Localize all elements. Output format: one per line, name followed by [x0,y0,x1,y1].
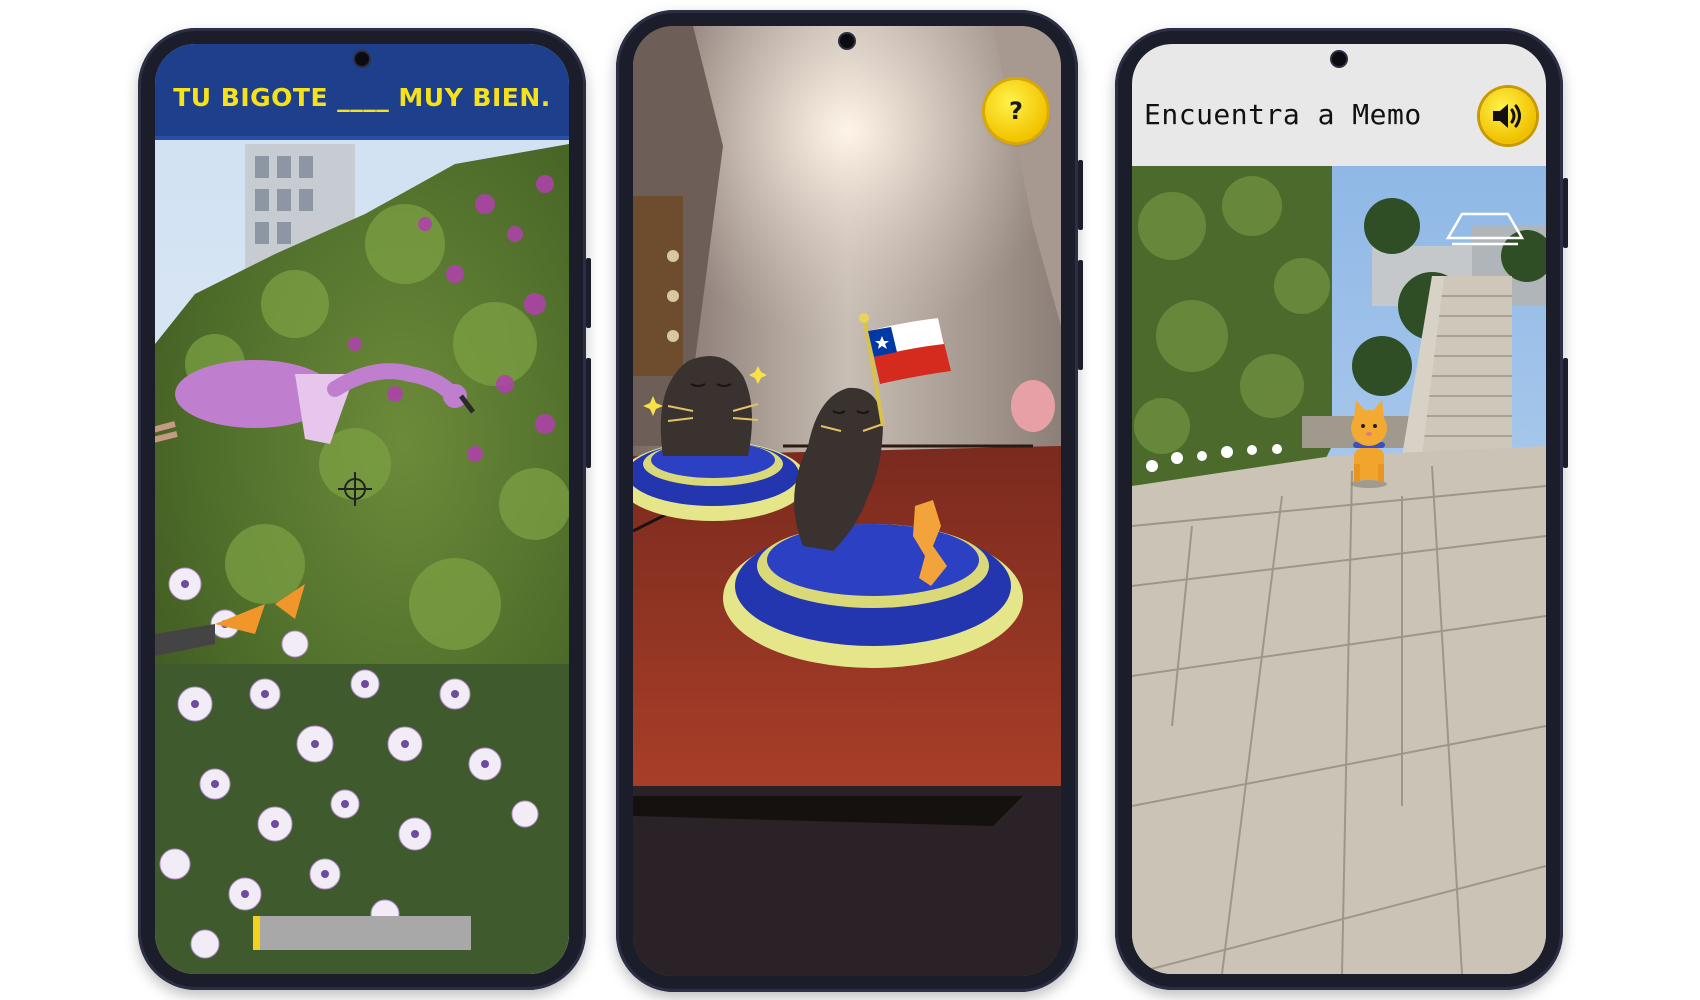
help-button[interactable]: ? [985,80,1047,142]
help-button-label: ? [1009,97,1023,125]
sound-button[interactable] [1480,88,1536,144]
side-button [1078,160,1083,230]
side-button [586,358,591,468]
front-camera [355,52,369,66]
progress-bar [253,916,471,950]
side-button [1563,178,1568,248]
ar-camera-view-garden [155,44,569,974]
progress-fill [253,916,260,950]
front-camera [1332,52,1346,66]
phone-frame-left: TU BIGOTE ____ MUY BIEN. [138,28,591,990]
front-camera [840,34,854,48]
instruction-title: Encuentra a Memo [1144,98,1422,131]
side-button [1078,260,1083,370]
side-button [1563,358,1568,468]
speaker-icon [1493,104,1521,128]
sentence-text: TU BIGOTE ____ MUY BIEN. [173,83,551,112]
screen: ? [633,26,1061,976]
screen: TU BIGOTE ____ MUY BIEN. [155,44,569,974]
screen: Encuentra a Memo [1132,44,1546,974]
phone-frame-middle: ? [616,10,1083,992]
side-button [586,258,591,328]
ar-camera-view-plaza [1132,166,1546,974]
phone-frame-right: Encuentra a Memo [1115,28,1568,990]
ar-camera-view-table [633,26,1061,976]
memo-cat-3d-character [1351,400,1387,488]
